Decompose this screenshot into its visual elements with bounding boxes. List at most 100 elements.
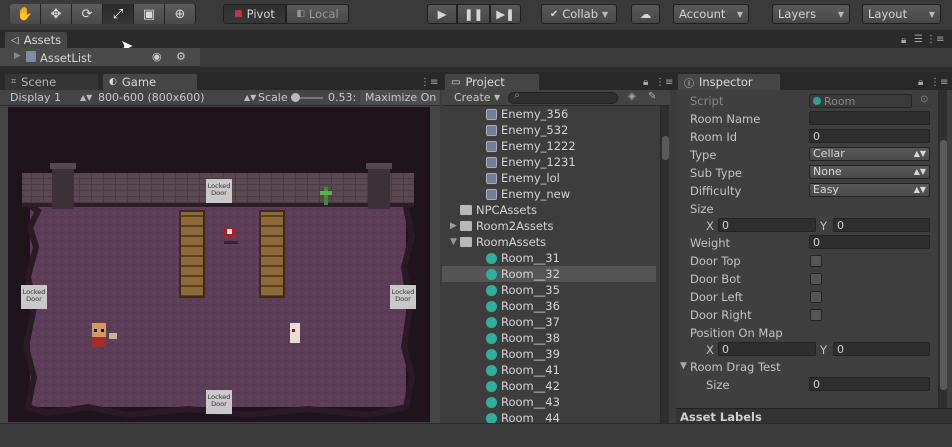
asset-row[interactable]: Room__38 [442,330,656,346]
game-view[interactable]: Locked Door Locked Door Locked Door Lock… [8,107,430,422]
cloud-button[interactable]: ☁ [631,4,660,24]
foldout-arrow-icon[interactable]: ▼ [680,361,687,371]
asset-row[interactable]: Room__44 [442,410,656,423]
chevron-down-icon: ▲▼ [913,167,926,176]
local-button[interactable]: ◧ Local [286,4,349,24]
asset-row[interactable]: Enemy_lol [442,170,656,186]
weight-input[interactable]: 0 [809,235,930,249]
project-scrollbar[interactable] [660,106,669,423]
transform-icon[interactable]: ⊕ [165,4,196,24]
resolution-dropdown[interactable]: 800-600 (800x600) [98,91,205,104]
lock-icon[interactable]: 🔒︎ [918,77,923,88]
foldout-arrow-icon[interactable]: ▼ [450,237,460,247]
tab-project[interactable]: ▭ Project [444,73,540,90]
asset-row[interactable]: Room__37 [442,314,656,330]
pause-button[interactable]: ❚❚ [457,4,490,24]
step-button[interactable]: ▶❚ [490,4,521,24]
account-label: Account [679,7,726,21]
pos-y-input[interactable]: 0 [833,342,930,356]
lock-icon[interactable]: 🔒︎ [643,77,648,88]
asset-row[interactable]: Room__36 [442,298,656,314]
rect-icon[interactable]: ▣ [134,4,165,24]
asset-row[interactable]: Room__42 [442,378,656,394]
move-icon[interactable]: ✥ [41,4,72,24]
chevron-down-icon: ▲▼ [80,93,93,102]
lock-icon[interactable]: 🔒︎ [901,35,906,46]
asset-label: Room__37 [501,315,560,329]
asset-row[interactable]: Enemy_532 [442,122,656,138]
object-picker-icon[interactable]: ⊙ [920,94,928,105]
asset-row[interactable]: Room__31 [442,250,656,266]
eye-icon[interactable]: ◉ [152,50,162,63]
gear-icon[interactable]: ⚙ [176,50,186,63]
label-icon[interactable]: ✎ [648,91,656,102]
room-id-label: Room Id [690,130,738,144]
assets-tab-strip [0,30,952,48]
subtype-value: None [813,165,842,178]
size-x-input[interactable]: 0 [718,218,816,232]
layout-dropdown[interactable]: Layout ▼ [862,4,941,24]
asset-row[interactable]: Room__39 [442,346,656,362]
room-name-input[interactable] [809,111,930,125]
asset-row[interactable]: Room__43 [442,394,656,410]
filter-type-icon[interactable]: ◈ [628,91,636,102]
door-top-checkbox[interactable] [810,255,822,267]
menu-icon[interactable]: ⋮≡ [926,34,944,45]
type-dropdown[interactable]: Cellar ▲▼ [809,147,930,161]
folder-row[interactable]: NPCAssets [442,202,656,218]
menu-icon[interactable]: ⋮≡ [655,77,673,88]
door-bot-checkbox[interactable] [810,273,822,285]
door-left-checkbox[interactable] [810,291,822,303]
inspector-scrollbar[interactable] [938,90,947,408]
asset-row[interactable]: Room__32 [442,266,656,282]
pos-y-label: Y [820,343,828,357]
layers-dropdown[interactable]: Layers ▼ [772,4,850,24]
asset-row[interactable]: Enemy_356 [442,106,656,122]
game-toolbar: Display 1 ▲▼ 800-600 (800x600) ▲▼ Scale … [0,90,440,106]
asset-label: Room__39 [501,347,560,361]
maximize-on-play-button[interactable]: Maximize On P [360,90,440,105]
size-y-input[interactable]: 0 [833,218,930,232]
account-dropdown[interactable]: Account ▼ [673,4,749,24]
menu-icon[interactable]: ⋮≡ [420,77,438,88]
size-label: Size [690,202,714,216]
menu-icon[interactable]: ☰ [914,34,923,45]
door-right-checkbox[interactable] [810,309,822,321]
menu-icon[interactable]: ⋮≡ [930,77,948,88]
asset-row[interactable]: Enemy_1222 [442,138,656,154]
hand-icon[interactable]: ✋ [10,4,41,24]
scale-slider-thumb[interactable] [291,93,300,102]
tab-game[interactable]: ◐ Game [102,73,198,90]
asset-row[interactable]: Enemy_1231 [442,154,656,170]
scroll-thumb[interactable] [940,140,947,390]
tab-assets[interactable]: ◁ Assets [4,31,68,48]
rotate-icon[interactable]: ⟳ [72,4,103,24]
pivot-button[interactable]: ■ Pivot [223,4,286,24]
search-input[interactable] [508,92,618,104]
expand-arrow-icon[interactable]: ▶ [14,51,21,61]
asset-row[interactable]: Enemy_new [442,186,656,202]
create-dropdown[interactable]: Create [454,91,491,104]
subtype-label: Sub Type [690,166,742,180]
collab-dropdown[interactable]: ✔ Collab ▼ [541,4,617,24]
asset-row[interactable]: Room__35 [442,282,656,298]
script-label: Script [690,94,724,108]
chevron-down-icon: ▲▼ [913,185,926,194]
foldout-arrow-icon[interactable]: ▶ [450,221,460,231]
subtype-dropdown[interactable]: None ▲▼ [809,165,930,179]
drag-size-input[interactable]: 0 [809,377,930,391]
tab-scene[interactable]: ⌗ Scene [4,73,99,90]
scale-icon[interactable]: ⤢ [103,4,134,24]
room-id-input[interactable]: 0 [809,129,930,143]
display-dropdown[interactable]: Display 1 [10,91,61,104]
difficulty-dropdown[interactable]: Easy ▲▼ [809,183,930,197]
play-button[interactable]: ▶ [427,4,457,24]
pos-x-input[interactable]: 0 [718,342,816,356]
folder-row[interactable]: ▶ Room2Assets [442,218,656,234]
asset-row[interactable]: Room__41 [442,362,656,378]
pivot-label: Pivot [246,7,275,21]
folder-row[interactable]: ▼ RoomAssets [442,234,656,250]
tab-inspector[interactable]: ⓘ Inspector [677,73,781,90]
scroll-thumb[interactable] [662,136,669,160]
check-icon: ✔ [549,8,559,20]
